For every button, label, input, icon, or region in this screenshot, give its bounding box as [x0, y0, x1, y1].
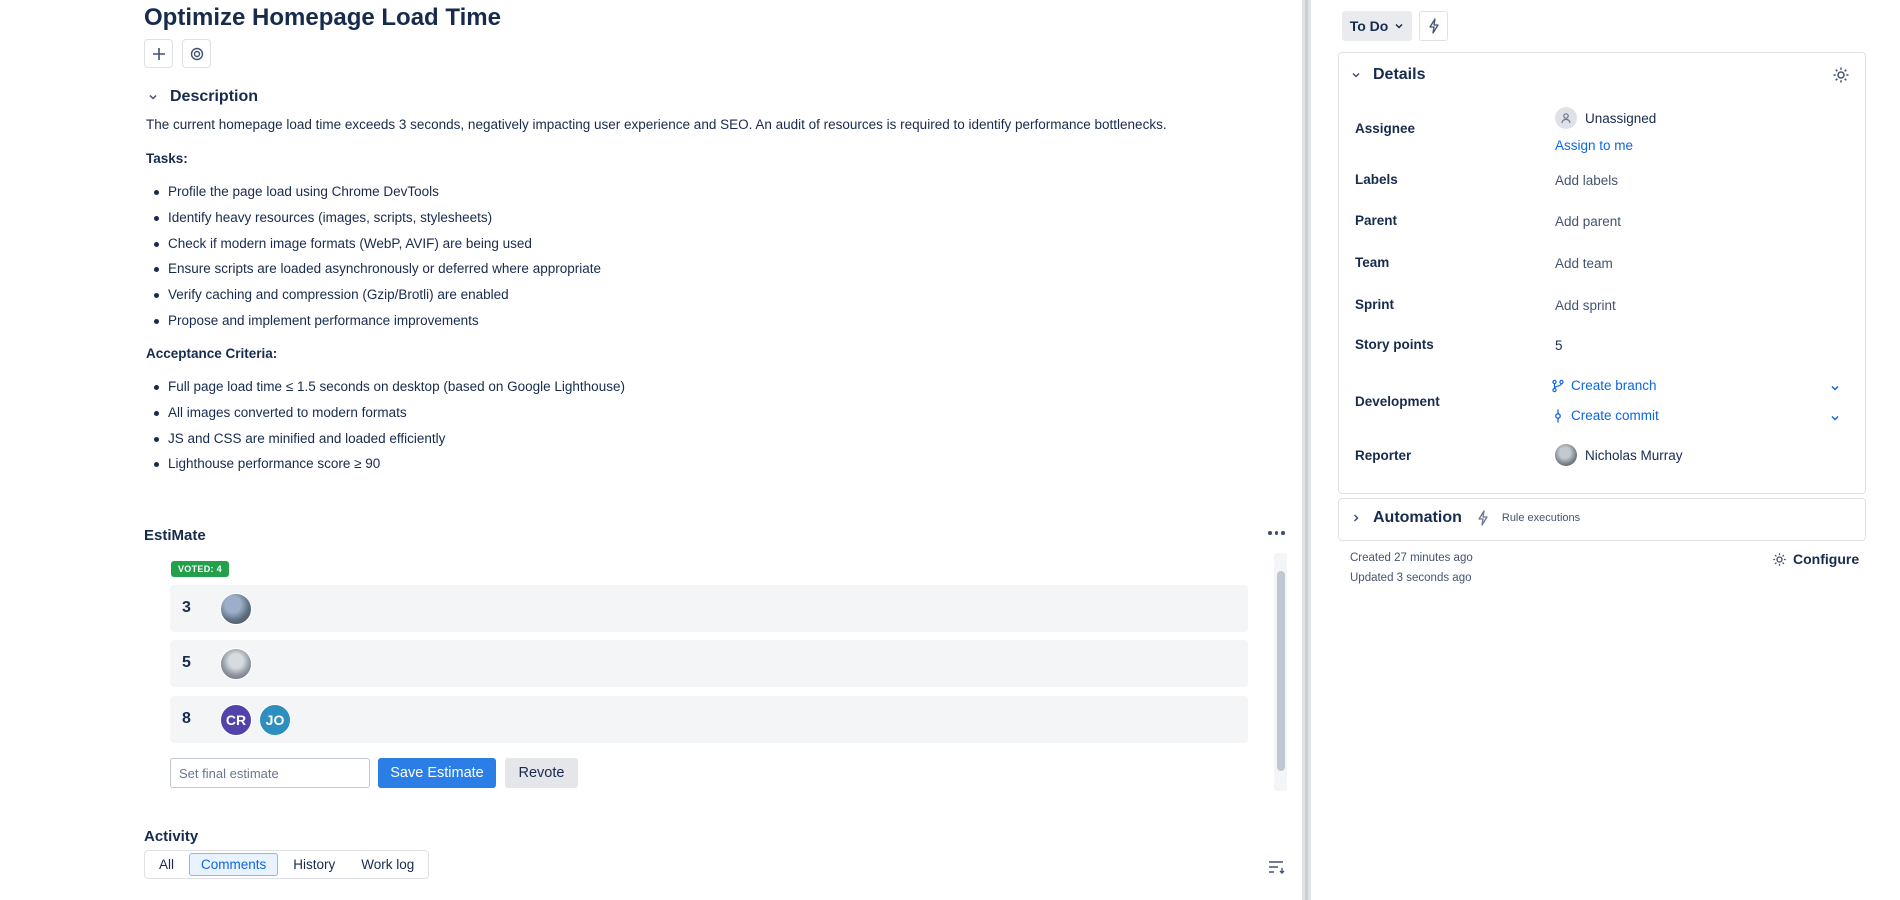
estimate-value: 8 [182, 710, 191, 727]
estimate-row: 5 [170, 640, 1248, 687]
reporter-avatar [1555, 444, 1577, 466]
configure-button[interactable]: Configure [1772, 551, 1859, 567]
assignee-value: Unassigned [1585, 110, 1657, 126]
chevron-down-icon [1395, 23, 1403, 29]
chevron-down-icon[interactable] [1830, 383, 1840, 393]
create-commit-label: Create commit [1571, 408, 1659, 423]
automation-panel: Automation Rule executions [1338, 498, 1866, 541]
revote-button[interactable]: Revote [505, 758, 578, 788]
add-button[interactable] [144, 39, 173, 68]
list-item: Identify heavy resources (images, script… [152, 208, 601, 234]
estimate-row: 8 CR JO [170, 696, 1248, 743]
acceptance-criteria-label: Acceptance Criteria: [146, 346, 278, 361]
voted-badge: VOTED: 4 [171, 561, 229, 577]
team-label: Team [1355, 255, 1390, 270]
estimate-value: 3 [182, 599, 191, 616]
commit-icon [1555, 409, 1561, 422]
issue-title[interactable]: Optimize Homepage Load Time [144, 4, 501, 32]
labels-value[interactable]: Add labels [1555, 173, 1618, 188]
tab-history[interactable]: History [282, 854, 346, 875]
configure-label: Configure [1793, 551, 1860, 567]
automation-header[interactable]: Automation Rule executions [1351, 509, 1580, 527]
apps-button[interactable] [182, 39, 211, 68]
issue-main: Optimize Homepage Load Time Description … [0, 0, 1300, 900]
details-heading: Details [1373, 66, 1426, 83]
chevron-down-icon [149, 94, 157, 100]
updated-timestamp: Updated 3 seconds ago [1350, 572, 1472, 584]
parent-label: Parent [1355, 213, 1398, 228]
list-item: Full page load time ≤ 1.5 seconds on des… [152, 377, 625, 403]
assignee-field[interactable]: Unassigned [1555, 107, 1656, 129]
parent-value[interactable]: Add parent [1555, 214, 1621, 229]
description-heading: Description [170, 88, 259, 105]
assign-to-me-link[interactable]: Assign to me [1555, 138, 1633, 153]
created-timestamp: Created 27 minutes ago [1350, 552, 1473, 564]
gear-icon[interactable] [1832, 66, 1850, 84]
save-estimate-button[interactable]: Save Estimate [378, 758, 496, 788]
tasks-label: Tasks: [146, 151, 188, 166]
lightning-icon [1478, 510, 1488, 526]
reporter-value: Nicholas Murray [1585, 447, 1683, 463]
description-header[interactable]: Description [148, 88, 258, 106]
list-item: Propose and implement performance improv… [152, 311, 601, 337]
activity-tabs: All Comments History Work log [144, 850, 430, 879]
status-dropdown[interactable]: To Do [1342, 11, 1412, 41]
labels-label: Labels [1355, 172, 1398, 187]
lightning-icon [1428, 18, 1439, 34]
avatar[interactable] [220, 648, 252, 680]
final-estimate-input[interactable] [170, 758, 370, 788]
sort-filter-icon[interactable] [1268, 860, 1286, 874]
assignee-label: Assignee [1355, 121, 1416, 136]
tab-comments[interactable]: Comments [189, 853, 279, 876]
tasks-list: Profile the page load using Chrome DevTo… [152, 182, 601, 337]
sprint-label: Sprint [1355, 297, 1394, 312]
estimate-scrollbar-thumb[interactable] [1277, 571, 1285, 771]
panel-resize-divider[interactable] [1302, 0, 1311, 900]
activity-title: Activity [144, 828, 199, 845]
estimate-title: EstiMate [144, 527, 206, 544]
automation-button[interactable] [1419, 11, 1448, 41]
create-commit-link[interactable]: Create commit [1551, 408, 1659, 423]
estimate-row: 3 [170, 585, 1248, 632]
settings-ring-icon [190, 47, 203, 60]
avatar[interactable] [220, 593, 252, 625]
chevron-right-icon [1353, 514, 1359, 522]
list-item: Lighthouse performance score ≥ 90 [152, 454, 625, 480]
list-item: Profile the page load using Chrome DevTo… [152, 182, 601, 208]
chevron-down-icon [1352, 72, 1360, 78]
automation-heading: Automation [1373, 509, 1462, 526]
create-branch-label: Create branch [1571, 378, 1657, 393]
status-label: To Do [1349, 18, 1389, 34]
avatar[interactable]: JO [259, 704, 291, 736]
unassigned-avatar-icon [1555, 107, 1577, 129]
estimate-value: 5 [182, 654, 191, 671]
create-branch-link[interactable]: Create branch [1551, 378, 1657, 393]
gear-icon [1773, 552, 1786, 566]
criteria-list: Full page load time ≤ 1.5 seconds on des… [152, 377, 625, 480]
reporter-label: Reporter [1355, 448, 1412, 463]
tab-all[interactable]: All [148, 854, 185, 875]
story-points-label: Story points [1355, 337, 1434, 352]
list-item: Check if modern image formats (WebP, AVI… [152, 234, 601, 260]
list-item: JS and CSS are minified and loaded effic… [152, 429, 625, 455]
chevron-down-icon[interactable] [1830, 413, 1840, 423]
team-value[interactable]: Add team [1555, 256, 1613, 271]
development-label: Development [1355, 394, 1440, 409]
avatar[interactable]: CR [220, 704, 252, 736]
description-text: The current homepage load time exceeds 3… [146, 117, 1167, 132]
plus-icon [152, 47, 165, 60]
branch-icon [1552, 379, 1564, 392]
list-item: All images converted to modern formats [152, 403, 625, 429]
story-points-value[interactable]: 5 [1555, 338, 1563, 353]
sprint-value[interactable]: Add sprint [1555, 298, 1616, 313]
more-options-icon[interactable] [1268, 526, 1288, 540]
list-item: Ensure scripts are loaded asynchronously… [152, 259, 601, 285]
details-header[interactable]: Details [1351, 66, 1425, 84]
tab-work-log[interactable]: Work log [350, 854, 425, 875]
rule-executions-label: Rule executions [1501, 512, 1581, 524]
reporter-field[interactable]: Nicholas Murray [1555, 444, 1683, 466]
list-item: Verify caching and compression (Gzip/Bro… [152, 285, 601, 311]
